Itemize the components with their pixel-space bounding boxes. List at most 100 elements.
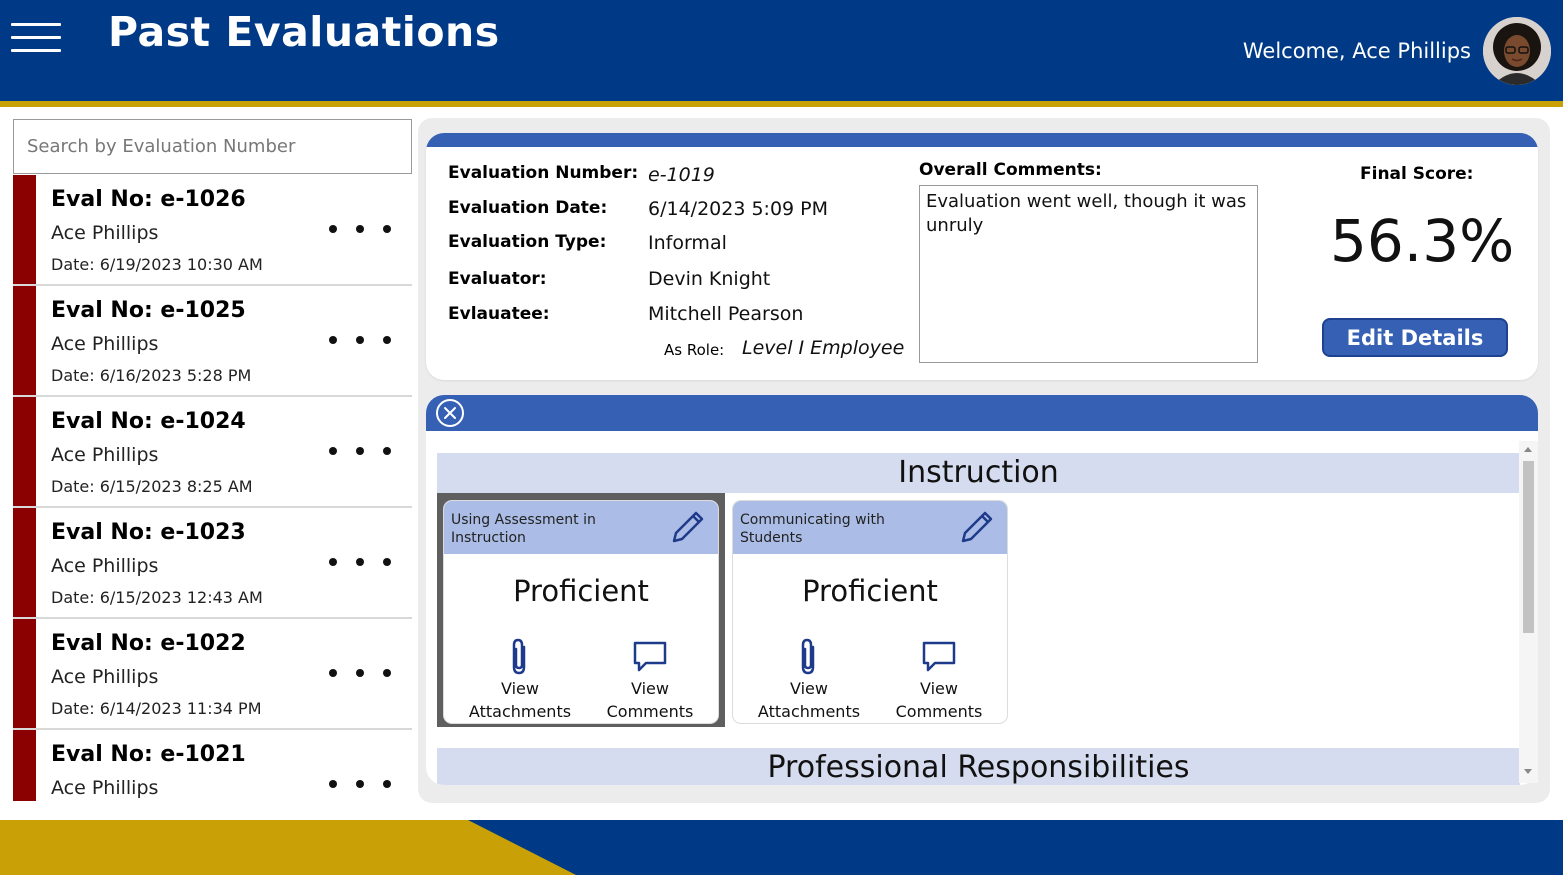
eval-person: Ace Phillips [51, 666, 159, 688]
attachments-label-1: View [790, 679, 828, 698]
eval-person: Ace Phillips [51, 333, 159, 355]
eval-date: Date: 6/16/2023 5:28 PM [51, 366, 252, 385]
overall-comments-label: Overall Comments: [919, 160, 1102, 180]
eval-number: Eval No: e-1024 [51, 409, 246, 434]
eval-type-label: Evaluation Type: [448, 232, 607, 252]
footer-gold-shape [0, 820, 576, 875]
ratings-scrollbar[interactable] [1519, 441, 1538, 783]
role-value: Level I Employee [742, 337, 905, 359]
eval-date: Date: 6/15/2023 8:25 AM [51, 477, 253, 496]
overall-comments-field[interactable] [919, 185, 1258, 363]
paperclip-icon [512, 638, 526, 675]
more-dots-icon[interactable] [327, 217, 393, 239]
speech-bubble-icon [633, 641, 667, 672]
ratings-topbar [426, 395, 1538, 431]
hamburger-icon[interactable] [11, 23, 61, 53]
view-attachments-button[interactable]: View Attachments [744, 637, 874, 723]
eval-person: Ace Phillips [51, 777, 159, 799]
edit-details-button[interactable]: Edit Details [1322, 318, 1508, 357]
evaluation-details-card: Evaluation Number: e-1019 Evaluation Dat… [426, 133, 1538, 380]
view-comments-button[interactable]: View Comments [874, 637, 1004, 723]
eval-type-value: Informal [648, 232, 727, 254]
list-item[interactable]: Eval No: e-1026 Ace Phillips Date: 6/19/… [13, 175, 412, 286]
evaluatee-value: Mitchell Pearson [648, 303, 804, 325]
scroll-up-icon[interactable] [1524, 447, 1532, 452]
eval-date-value: 6/14/2023 5:09 PM [648, 198, 829, 220]
status-bar [13, 286, 36, 395]
ratings-scroll-area[interactable]: Instruction Using Assessment in Instruct… [437, 442, 1520, 785]
rating-card[interactable]: Communicating with Students Proficient V… [733, 501, 1007, 723]
eval-person: Ace Phillips [51, 555, 159, 577]
eval-date: Date: 6/19/2023 10:30 AM [51, 255, 263, 274]
rating-card-header: Communicating with Students [733, 501, 1007, 554]
final-score-value: 56.3% [1330, 207, 1515, 275]
eval-number-label: Evaluation Number: [448, 163, 639, 183]
evaluator-value: Devin Knight [648, 268, 771, 290]
more-dots-icon[interactable] [327, 550, 393, 572]
page-title: Past Evaluations [108, 8, 500, 56]
attachments-label-1: View [501, 679, 539, 698]
section-header-instruction: Instruction [437, 453, 1520, 493]
paperclip-icon [801, 638, 815, 675]
pencil-icon[interactable] [957, 509, 995, 551]
eval-number: Eval No: e-1026 [51, 187, 246, 212]
final-score-label: Final Score: [1360, 164, 1474, 184]
eval-person: Ace Phillips [51, 222, 159, 244]
eval-date: Date: 6/15/2023 12:43 AM [51, 588, 263, 607]
eval-number: Eval No: e-1022 [51, 631, 246, 656]
status-bar [13, 397, 36, 506]
comments-label-1: View [631, 679, 669, 698]
more-dots-icon[interactable] [327, 439, 393, 461]
search-input[interactable] [13, 119, 412, 174]
rating-card-header: Using Assessment in Instruction [444, 501, 718, 554]
eval-number: Eval No: e-1021 [51, 742, 246, 767]
view-comments-button[interactable]: View Comments [585, 637, 715, 723]
evaluator-label: Evaluator: [448, 269, 547, 289]
attachments-label-2: Attachments [468, 702, 572, 721]
eval-date-label: Evaluation Date: [448, 198, 608, 218]
list-item[interactable]: Eval No: e-1022 Ace Phillips Date: 6/14/… [13, 619, 412, 730]
list-item[interactable]: Eval No: e-1024 Ace Phillips Date: 6/15/… [13, 397, 412, 508]
comments-label-2: Comments [895, 702, 983, 721]
view-attachments-button[interactable]: View Attachments [455, 637, 585, 723]
evaluation-list: Eval No: e-1026 Ace Phillips Date: 6/19/… [13, 175, 412, 801]
status-bar [13, 619, 36, 728]
status-bar [13, 730, 36, 801]
more-dots-icon[interactable] [327, 772, 393, 794]
status-bar [13, 508, 36, 617]
role-label: As Role: [664, 341, 725, 359]
welcome-text: Welcome, Ace Phillips [1242, 39, 1471, 63]
more-dots-icon[interactable] [327, 328, 393, 350]
attachments-label-2: Attachments [757, 702, 861, 721]
eval-number: Eval No: e-1025 [51, 298, 246, 323]
eval-number-value: e-1019 [648, 164, 715, 186]
rating-value: Proficient [802, 574, 938, 608]
comments-label-2: Comments [606, 702, 694, 721]
eval-person: Ace Phillips [51, 444, 159, 466]
evaluatee-label: Evlauatee: [448, 304, 550, 324]
rating-card-title: Communicating with Students [740, 512, 885, 546]
eval-date: Date: 6/14/2023 11:34 PM [51, 699, 262, 718]
comments-label-1: View [920, 679, 958, 698]
eval-number: Eval No: e-1023 [51, 520, 246, 545]
avatar[interactable] [1483, 17, 1551, 85]
avatar-portrait-icon [1483, 17, 1551, 85]
scroll-down-icon[interactable] [1524, 769, 1532, 774]
card-topbar [426, 133, 1538, 147]
pencil-icon[interactable] [668, 509, 706, 551]
list-item[interactable]: Eval No: e-1021 Ace Phillips [13, 730, 412, 801]
close-icon[interactable] [436, 399, 464, 427]
list-item[interactable]: Eval No: e-1023 Ace Phillips Date: 6/15/… [13, 508, 412, 619]
status-bar [13, 175, 36, 284]
speech-bubble-icon [922, 641, 956, 672]
rating-card-title: Using Assessment in Instruction [451, 512, 596, 546]
scrollbar-thumb[interactable] [1523, 461, 1534, 633]
rating-card[interactable]: Using Assessment in Instruction Proficie… [444, 501, 718, 723]
header-stripe [0, 101, 1563, 107]
ratings-card: Instruction Using Assessment in Instruct… [426, 395, 1538, 785]
footer-banner [0, 820, 1563, 875]
list-item[interactable]: Eval No: e-1025 Ace Phillips Date: 6/16/… [13, 286, 412, 397]
app-header: Past Evaluations Welcome, Ace Phillips [0, 0, 1563, 101]
more-dots-icon[interactable] [327, 661, 393, 683]
section-header-professional-responsibilities: Professional Responsibilities [437, 748, 1520, 785]
